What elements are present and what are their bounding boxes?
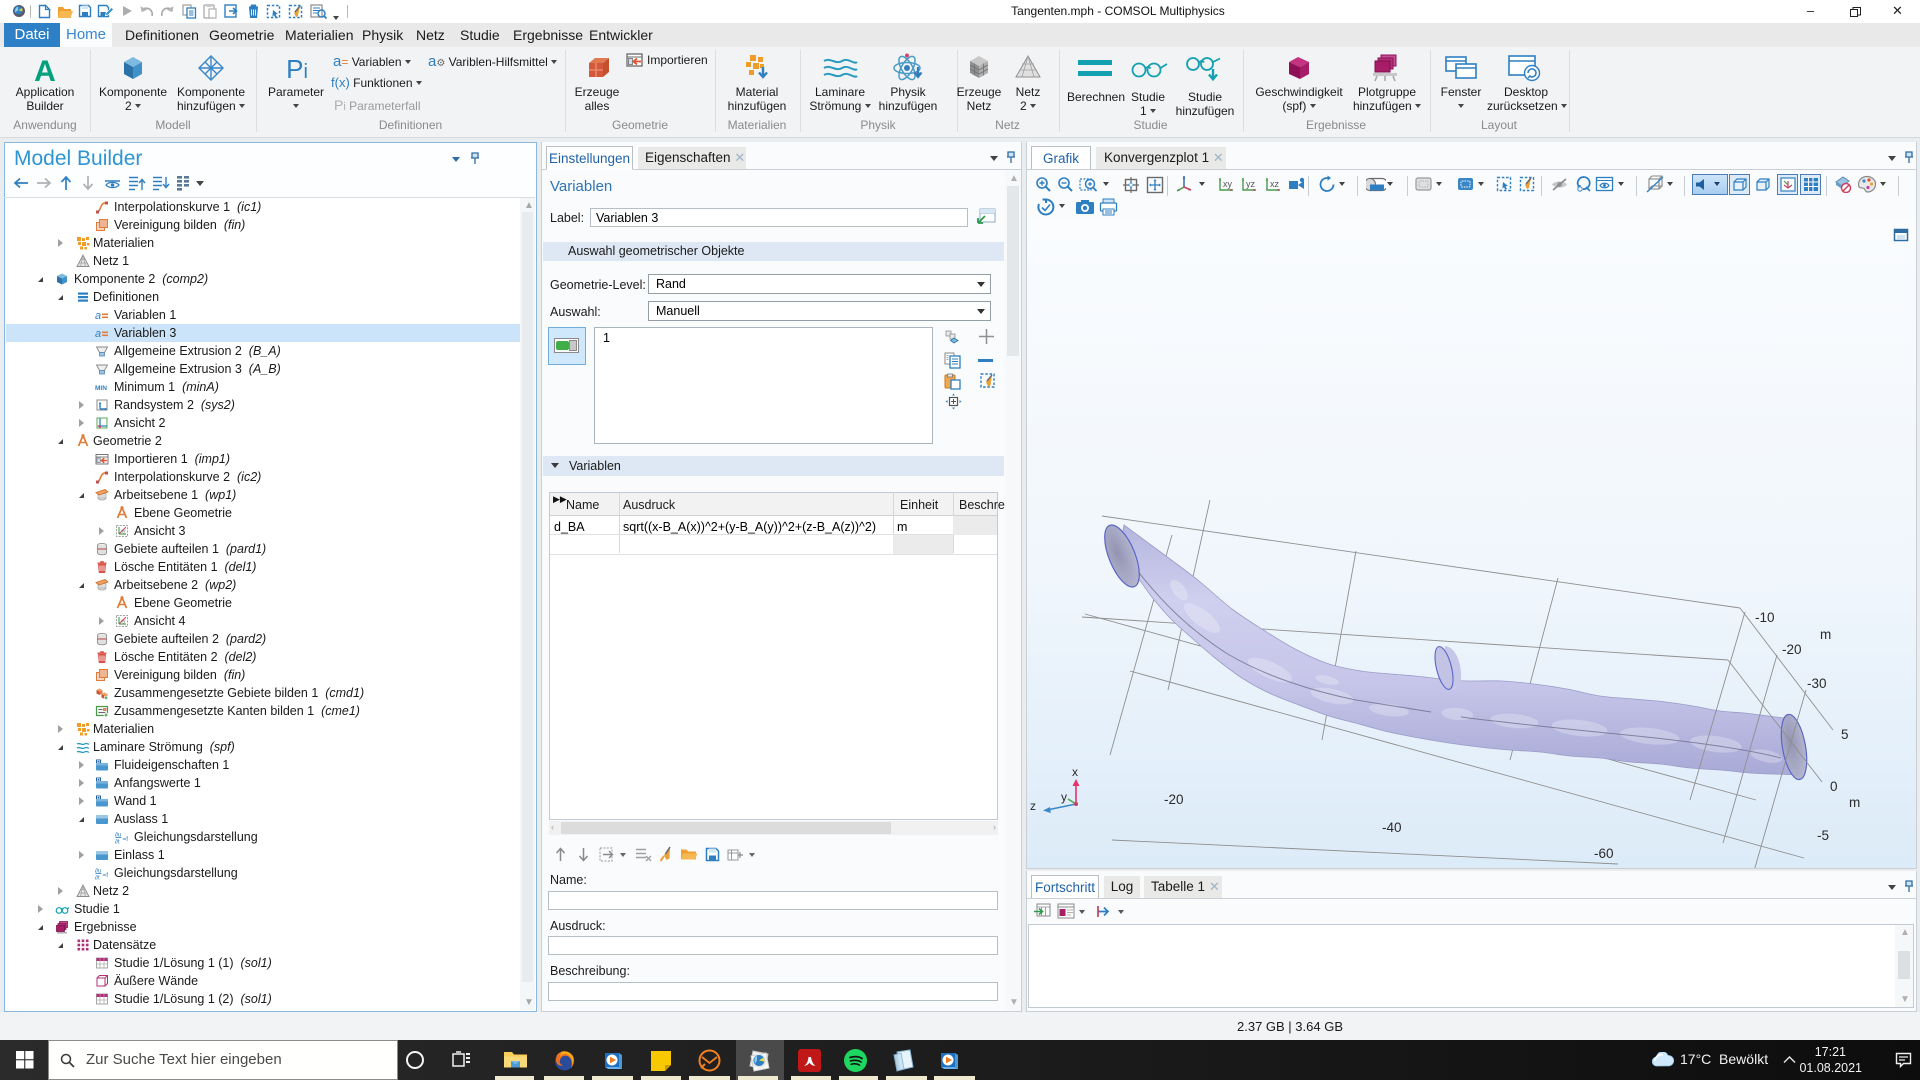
- svg-text:z: z: [1030, 799, 1036, 813]
- svg-text:-60: -60: [1594, 846, 1614, 861]
- svg-text:-5: -5: [1817, 828, 1829, 843]
- svg-text:-30: -30: [1807, 676, 1827, 691]
- svg-text:-40: -40: [1382, 820, 1402, 835]
- svg-text:xy: xy: [1223, 179, 1233, 189]
- svg-text:0: 0: [1830, 779, 1838, 794]
- svg-text:m: m: [1820, 627, 1831, 642]
- svg-text:xz: xz: [1270, 179, 1280, 189]
- svg-text:5: 5: [1841, 727, 1849, 742]
- svg-text:x: x: [1072, 765, 1078, 779]
- svg-text:-20: -20: [1782, 642, 1802, 657]
- svg-text:-10: -10: [1755, 610, 1775, 625]
- svg-text:m: m: [1849, 795, 1860, 810]
- svg-text:yz: yz: [1246, 179, 1256, 189]
- svg-text:y: y: [1061, 790, 1067, 804]
- svg-text:-20: -20: [1164, 792, 1184, 807]
